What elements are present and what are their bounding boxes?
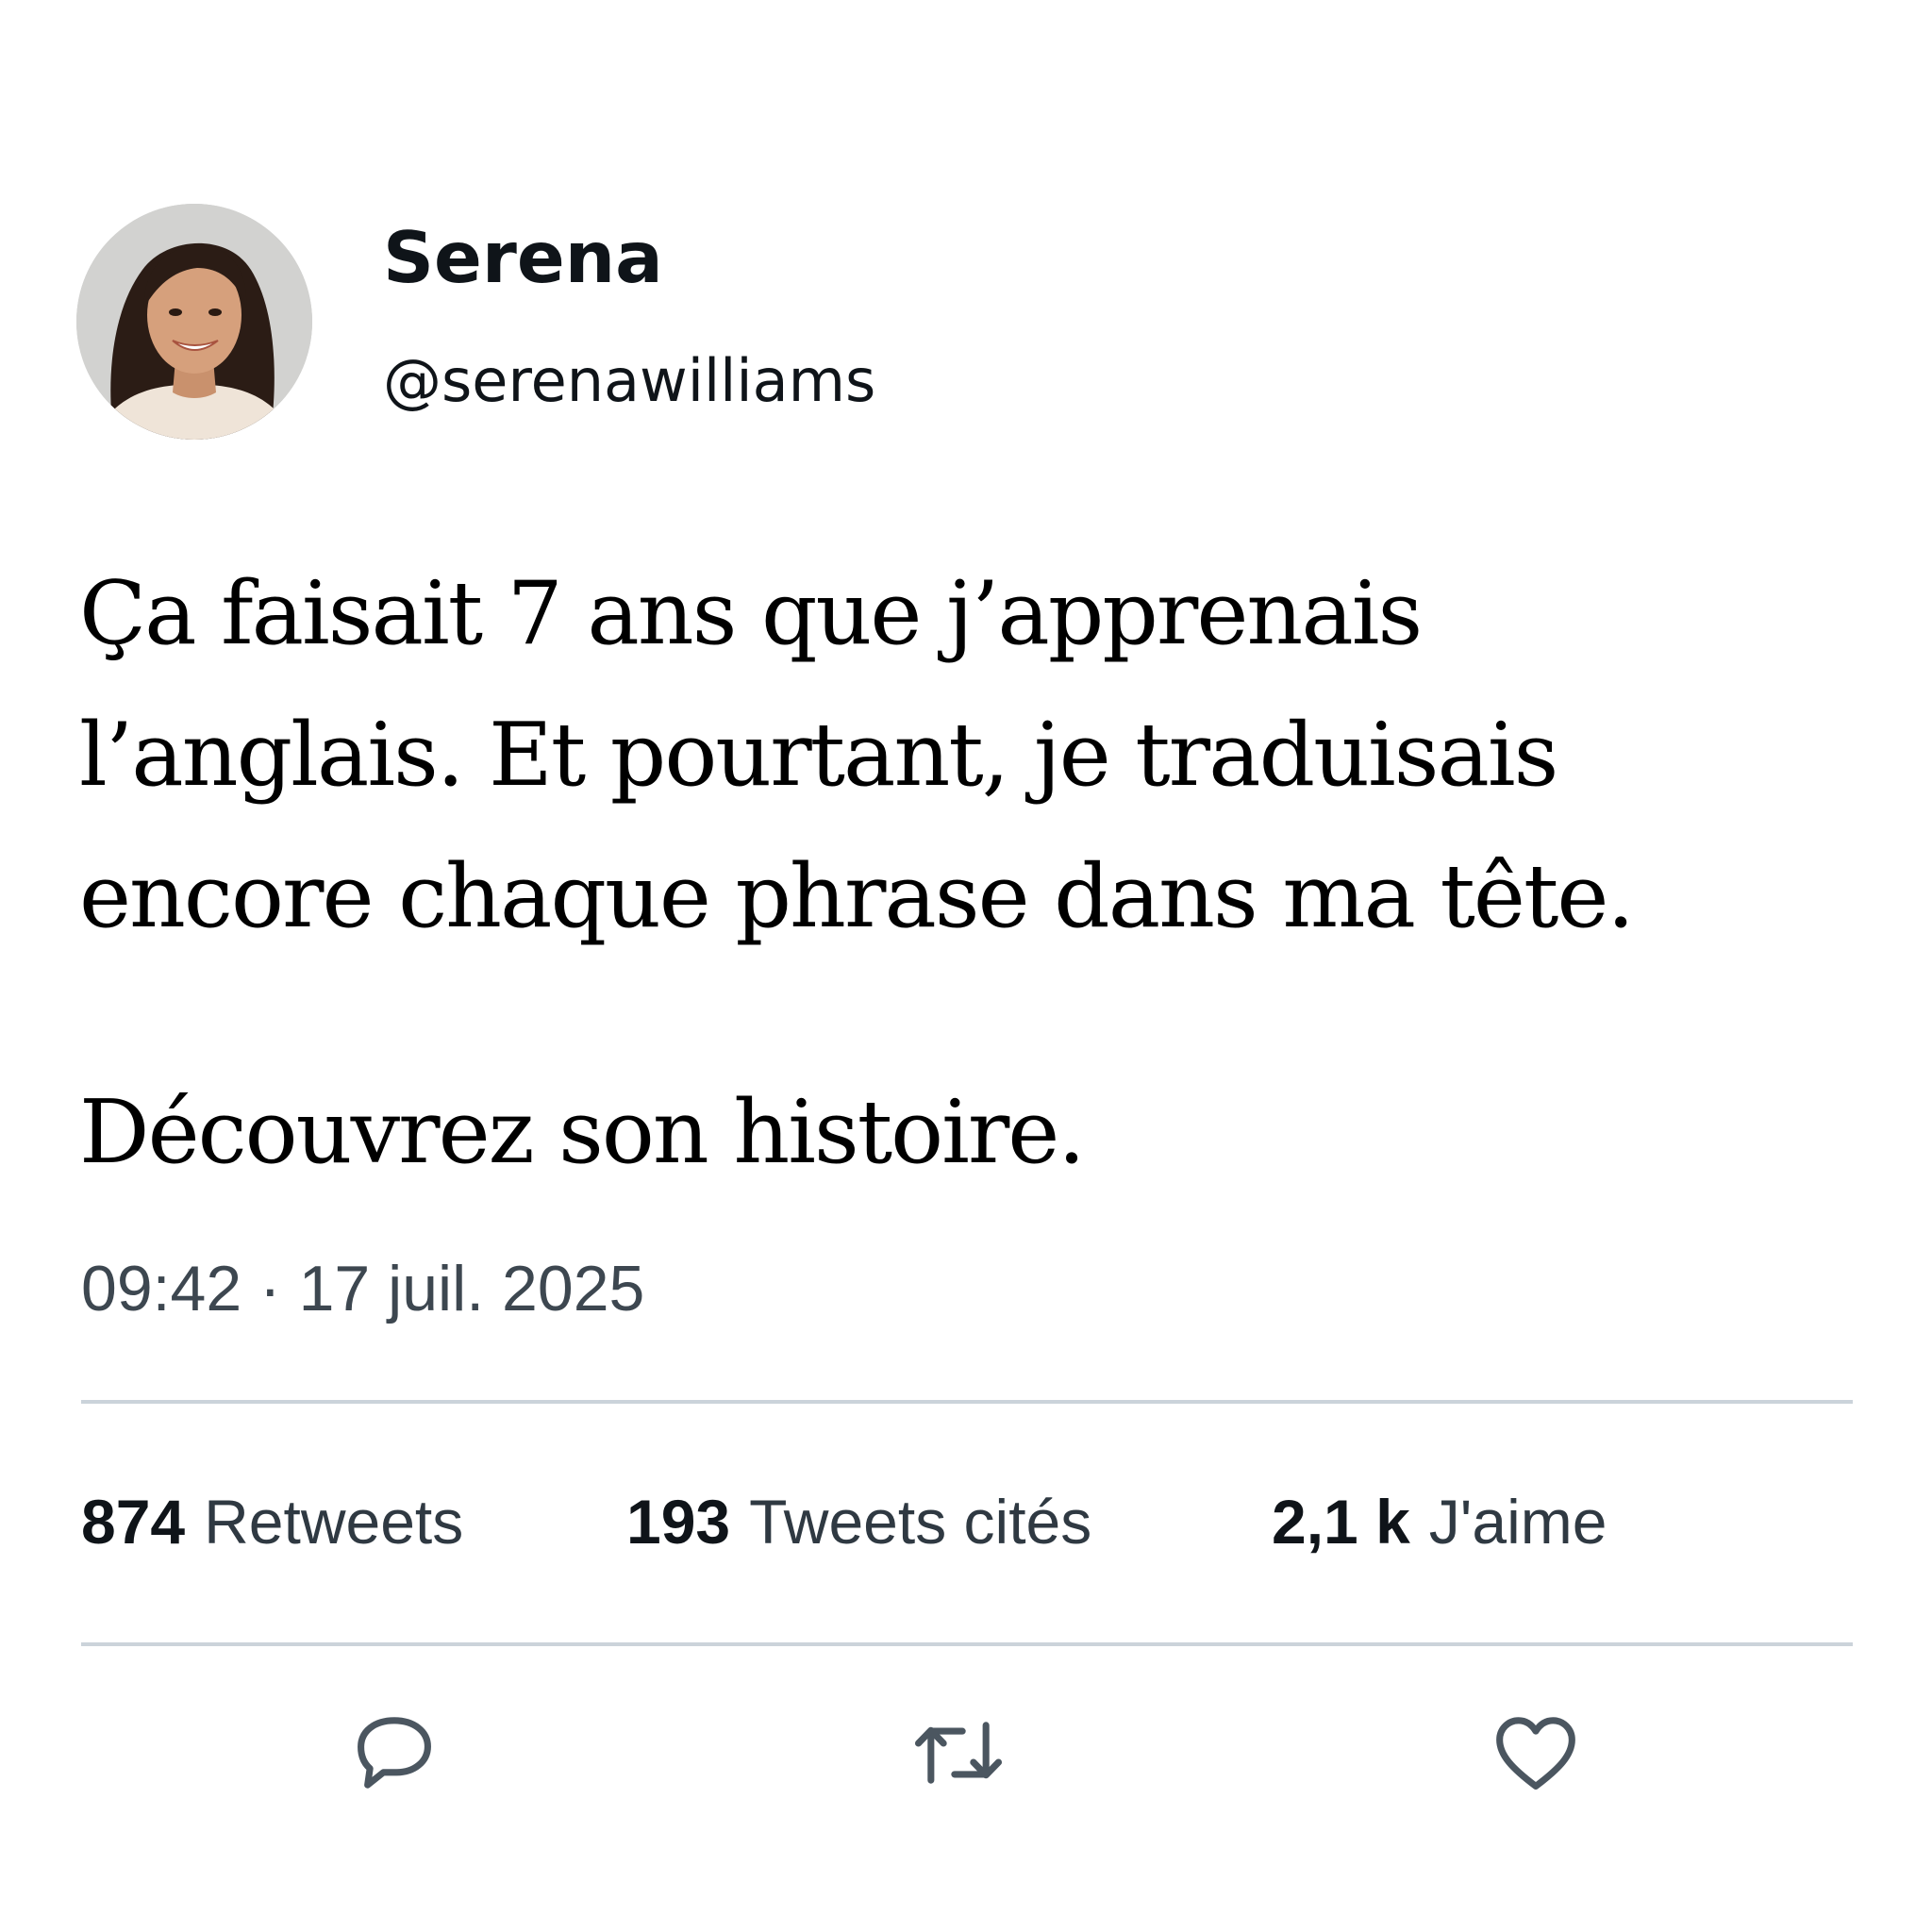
like-button[interactable] (1489, 1706, 1583, 1800)
tweet-timestamp[interactable]: 09:42 · 17 juil. 2025 (81, 1257, 644, 1321)
tweet-body: Ça faisait 7 ans que j’apprenais l’angla… (79, 542, 1872, 1203)
likes-label: J'aime (1428, 1487, 1607, 1557)
reply-button[interactable] (347, 1706, 441, 1800)
likes-count: 2,1 k (1272, 1487, 1410, 1557)
profile-photo-icon (76, 204, 312, 440)
tweet-card: Serena @serenawilliams Ça faisait 7 ans … (0, 0, 1932, 1932)
heart-icon (1496, 1717, 1575, 1790)
quote-tweets-count: 193 (626, 1487, 731, 1557)
tweet-text-line: l’anglais. Et pourtant, je traduisais (79, 704, 1558, 806)
tweet-cta-line: Découvrez son histoire. (79, 1081, 1086, 1183)
display-name[interactable]: Serena (383, 223, 663, 293)
tweet-text-line: encore chaque phrase dans ma tête. (79, 845, 1635, 947)
divider (81, 1400, 1853, 1404)
user-handle[interactable]: @serenawilliams (383, 352, 875, 410)
retweets-stat[interactable]: 874 Retweets (81, 1484, 463, 1559)
retweets-label: Retweets (204, 1487, 464, 1557)
divider (81, 1642, 1853, 1646)
avatar[interactable] (76, 204, 312, 440)
reply-icon (358, 1717, 431, 1789)
tweet-text-line: Ça faisait 7 ans que j’apprenais (79, 562, 1423, 664)
retweet-button[interactable] (911, 1706, 1006, 1800)
retweet-icon (914, 1722, 1003, 1784)
likes-stat[interactable]: 2,1 k J'aime (1272, 1484, 1607, 1559)
retweets-count: 874 (81, 1487, 186, 1557)
quote-tweets-label: Tweets cités (749, 1487, 1092, 1557)
quote-tweets-stat[interactable]: 193 Tweets cités (626, 1484, 1091, 1559)
